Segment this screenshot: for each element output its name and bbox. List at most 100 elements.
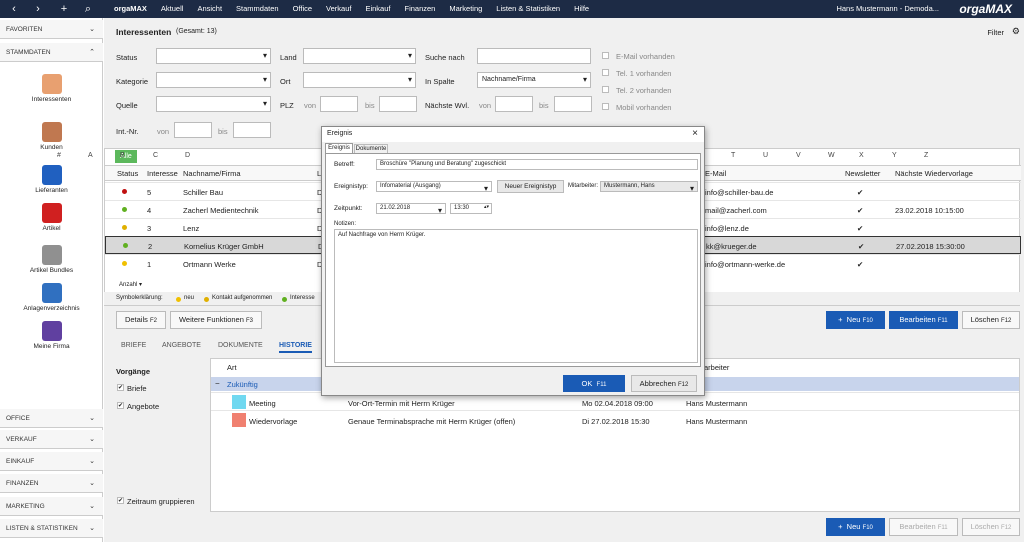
col-header-newsletter[interactable]: Newsletter bbox=[845, 169, 880, 178]
kategorie-select[interactable] bbox=[156, 72, 271, 88]
letter-filter[interactable]: B bbox=[120, 152, 125, 159]
loeschen-button[interactable]: Löschen F12 bbox=[962, 311, 1020, 329]
collapse-icon[interactable]: − bbox=[215, 379, 220, 388]
sidebar-item-1[interactable]: Kunden bbox=[0, 122, 103, 151]
letter-filter[interactable]: A bbox=[88, 152, 93, 159]
land-select[interactable] bbox=[303, 48, 416, 64]
letter-filter[interactable]: D bbox=[185, 152, 190, 159]
tel1-checkbox[interactable] bbox=[602, 69, 609, 76]
sidebar-section-2[interactable]: EINKAUF ⌄ bbox=[0, 452, 103, 471]
anzahl-label[interactable]: Anzahl ▾ bbox=[119, 281, 142, 288]
angebote-checkbox[interactable]: ✔ bbox=[117, 402, 124, 409]
ort-select[interactable] bbox=[303, 72, 416, 88]
ereignistyp-select[interactable]: Infomaterial (Ausgang) bbox=[376, 181, 492, 193]
forward-icon[interactable]: › bbox=[28, 0, 48, 18]
sidebar-section-5[interactable]: LISTEN & STATISTIKEN ⌄ bbox=[0, 519, 103, 538]
notizen-textarea[interactable]: Auf Nachfrage von Herrn Krüger. bbox=[334, 229, 698, 363]
neuer-ereignistyp-button[interactable]: Neuer Ereignistyp bbox=[497, 180, 564, 193]
mitarbeiter-select[interactable]: Mustermann, Hans bbox=[600, 181, 698, 193]
col-header-email[interactable]: E-Mail bbox=[705, 169, 726, 178]
uhrzeit-input[interactable]: 13:30 ▴▾ bbox=[450, 203, 492, 214]
weitere-funktionen-button[interactable]: Weitere Funktionen F3 bbox=[170, 311, 262, 329]
menu-item[interactable]: Listen & Statistiken bbox=[489, 0, 567, 18]
letter-filter[interactable]: V bbox=[796, 152, 801, 159]
wvl-to-input[interactable] bbox=[554, 96, 592, 112]
sidebar-section-stammdaten[interactable]: STAMMDATEN ⌃ bbox=[0, 43, 103, 62]
search-input[interactable] bbox=[477, 48, 591, 64]
add-icon[interactable]: + bbox=[54, 0, 74, 18]
letter-filter[interactable]: U bbox=[763, 152, 768, 159]
sidebar-item-0[interactable]: Interessenten bbox=[0, 74, 103, 103]
menu-item[interactable]: Marketing bbox=[442, 0, 489, 18]
bearbeiten-button-bottom[interactable]: Bearbeiten F11 bbox=[889, 518, 958, 536]
tab-historie[interactable]: HISTORIE bbox=[279, 342, 312, 353]
betreff-input[interactable]: Broschüre "Planung und Beratung" zugesch… bbox=[376, 159, 698, 170]
sidebar-section-4[interactable]: MARKETING ⌄ bbox=[0, 497, 103, 516]
abbrechen-button[interactable]: Abbrechen F12 bbox=[631, 375, 697, 392]
sidebar-item-6[interactable]: Meine Firma bbox=[0, 321, 103, 350]
status-select[interactable] bbox=[156, 48, 271, 64]
filter-all-button[interactable]: Alle bbox=[115, 150, 137, 163]
email-checkbox[interactable] bbox=[602, 52, 609, 59]
plz-to-input[interactable] bbox=[379, 96, 417, 112]
sidebar-section-favoriten[interactable]: FAVORITEN ⌄ bbox=[0, 20, 103, 39]
loeschen-button-bottom[interactable]: Löschen F12 bbox=[962, 518, 1020, 536]
neu-button[interactable]: + Neu F10 bbox=[826, 311, 885, 329]
intnr-from-input[interactable] bbox=[174, 122, 212, 138]
menu-item[interactable]: Einkauf bbox=[358, 0, 397, 18]
intnr-to-input[interactable] bbox=[233, 122, 271, 138]
letter-filter[interactable]: W bbox=[828, 152, 835, 159]
neu-button-bottom[interactable]: + Neu F10 bbox=[826, 518, 885, 536]
ok-button[interactable]: OK F11 bbox=[563, 375, 625, 392]
col-header-wiedervorlage[interactable]: Nächste Wiedervorlage bbox=[895, 169, 973, 178]
close-icon[interactable]: × bbox=[692, 128, 698, 139]
sidebar-item-2[interactable]: Lieferanten bbox=[0, 165, 103, 194]
sidebar-section-1[interactable]: VERKAUF ⌄ bbox=[0, 430, 103, 449]
menu-item[interactable]: orgaMAX bbox=[110, 0, 154, 18]
mobil-checkbox[interactable] bbox=[602, 103, 609, 110]
back-icon[interactable]: ‹ bbox=[4, 0, 24, 18]
letter-filter[interactable]: T bbox=[731, 152, 735, 159]
spinner-icon[interactable]: ▴▾ bbox=[484, 204, 489, 210]
col-header-art[interactable]: Art bbox=[227, 363, 237, 372]
letter-filter[interactable]: Y bbox=[892, 152, 897, 159]
col-header-status[interactable]: Status bbox=[117, 169, 138, 178]
gear-icon[interactable]: ⚙ bbox=[1012, 26, 1020, 37]
sidebar-item-3[interactable]: Artikel bbox=[0, 203, 103, 232]
tab-briefe[interactable]: BRIEFE bbox=[121, 342, 146, 349]
column-select[interactable]: Nachname/Firma bbox=[477, 72, 591, 88]
letter-filter[interactable]: C bbox=[153, 152, 158, 159]
dialog-tab-dokumente[interactable]: Dokumente bbox=[354, 144, 388, 153]
menu-item[interactable]: Aktuell bbox=[154, 0, 191, 18]
dialog-tab-ereignis[interactable]: Ereignis bbox=[325, 143, 353, 153]
sidebar-item-4[interactable]: Artikel Bundles bbox=[0, 245, 103, 274]
sidebar-item-5[interactable]: Anlagenverzeichnis bbox=[0, 283, 103, 312]
quelle-select[interactable] bbox=[156, 96, 271, 112]
letter-filter[interactable]: X bbox=[859, 152, 864, 159]
tab-angebote[interactable]: ANGEBOTE bbox=[162, 342, 201, 349]
tel2-checkbox[interactable] bbox=[602, 86, 609, 93]
search-icon[interactable]: ⌕ bbox=[78, 0, 98, 18]
col-header-name[interactable]: Nachname/Firma bbox=[183, 169, 241, 178]
details-button[interactable]: Details F2 bbox=[116, 311, 166, 329]
col-header-interesse[interactable]: Interesse bbox=[147, 169, 178, 178]
menu-item[interactable]: Verkauf bbox=[319, 0, 358, 18]
menu-item[interactable]: Stammdaten bbox=[229, 0, 286, 18]
col-header-bearbeiter[interactable]: arbeiter bbox=[704, 363, 729, 372]
plz-from-input[interactable] bbox=[320, 96, 358, 112]
menu-item[interactable]: Finanzen bbox=[398, 0, 443, 18]
user-name[interactable]: Hans Mustermann - Demoda... bbox=[836, 0, 939, 18]
datum-input[interactable]: 21.02.2018 bbox=[376, 203, 446, 215]
bearbeiten-button[interactable]: Bearbeiten F11 bbox=[889, 311, 958, 329]
tab-dokumente[interactable]: DOKUMENTE bbox=[218, 342, 263, 349]
letter-filter[interactable]: # bbox=[57, 152, 61, 159]
menu-item[interactable]: Ansicht bbox=[190, 0, 229, 18]
sidebar-section-3[interactable]: FINANZEN ⌄ bbox=[0, 474, 103, 493]
letter-filter[interactable]: Z bbox=[924, 152, 928, 159]
filter-label[interactable]: Filter bbox=[987, 28, 1004, 37]
wvl-from-input[interactable] bbox=[495, 96, 533, 112]
sidebar-section-0[interactable]: OFFICE ⌄ bbox=[0, 409, 103, 428]
menu-item[interactable]: Office bbox=[286, 0, 319, 18]
zeitraum-checkbox[interactable]: ✔ bbox=[117, 497, 124, 504]
history-row[interactable]: Wiedervorlage Genaue Terminabsprache mit … bbox=[211, 410, 1019, 428]
